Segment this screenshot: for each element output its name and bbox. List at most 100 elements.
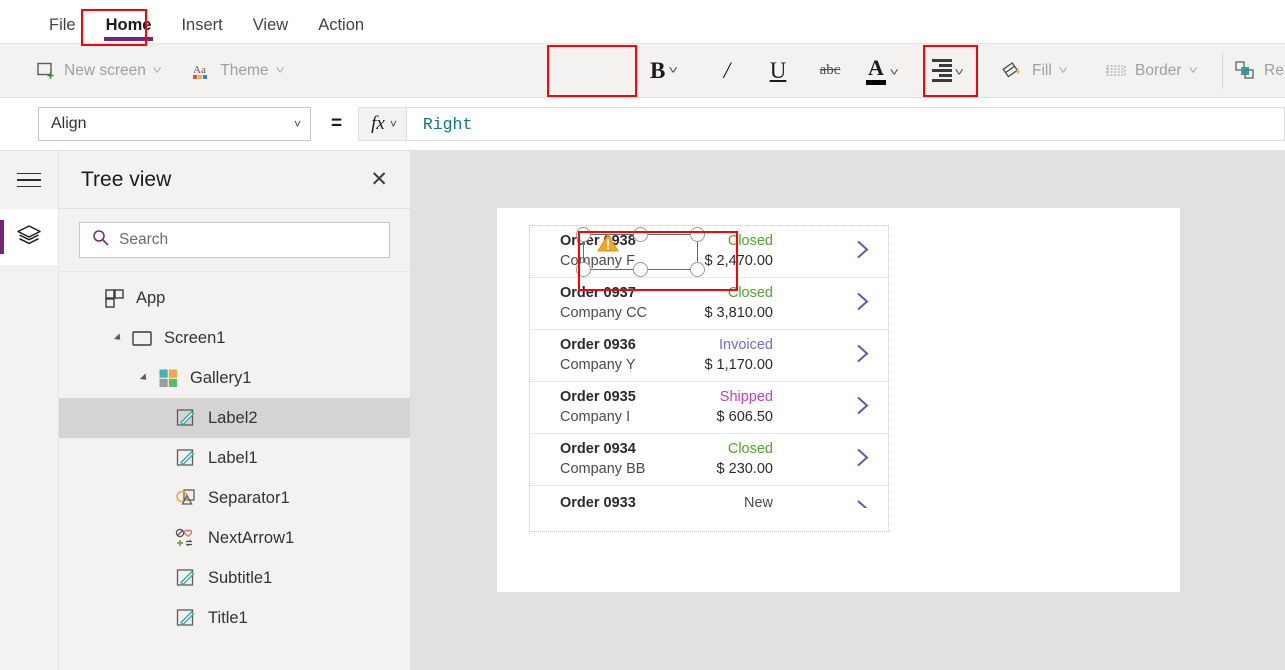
gallery-row[interactable]: Order 0935 Company I Shipped $ 606.50 bbox=[530, 382, 888, 434]
bold-button[interactable]: B ˅ bbox=[650, 44, 678, 98]
tree-item-screen1[interactable]: Screen1 bbox=[59, 318, 410, 358]
order-status: Invoiced bbox=[718, 337, 773, 354]
align-right-icon bbox=[932, 59, 952, 82]
app-icon bbox=[103, 288, 125, 308]
order-amount: $ 230.00 bbox=[716, 460, 773, 477]
chevron-down-icon: ˅ bbox=[293, 117, 301, 131]
next-arrow-icon[interactable] bbox=[855, 446, 871, 473]
menu-tab-home[interactable]: Home bbox=[91, 6, 167, 44]
gallery-row[interactable]: Order 0934 Company BB Closed $ 230.00 bbox=[530, 434, 888, 486]
menu-tabs: File Home Insert View Action bbox=[0, 0, 1285, 44]
font-color-icon: A bbox=[866, 54, 886, 85]
expander-screen1[interactable] bbox=[109, 333, 127, 343]
fill-button[interactable]: Fill ˅ bbox=[992, 44, 1076, 98]
font-color-swatch bbox=[866, 79, 886, 85]
gallery-row[interactable]: Order 0936 Company Y Invoiced $ 1,170.00 bbox=[530, 330, 888, 382]
order-amount: $ 606.50 bbox=[716, 408, 773, 425]
chevron-down-icon: ˅ bbox=[1058, 64, 1068, 77]
order-amount: $ 3,810.00 bbox=[704, 304, 773, 321]
tree-item-subtitle1[interactable]: Subtitle1 bbox=[59, 558, 410, 598]
font-color-button[interactable]: A ˅ bbox=[866, 44, 900, 98]
next-arrow-icon[interactable] bbox=[855, 342, 871, 369]
gallery-row-right: Closed $ 2,470.00 bbox=[660, 232, 773, 270]
company-subtitle: Company I bbox=[560, 408, 631, 425]
tree-view-rail-button[interactable] bbox=[0, 209, 58, 265]
chevron-down-icon: ˅ bbox=[889, 66, 900, 79]
gallery-row[interactable]: Order 0933 New bbox=[530, 486, 888, 538]
tree-item-nextarrow1-label: NextArrow1 bbox=[208, 528, 295, 547]
gallery-row-left: Order 0935 Company I bbox=[560, 388, 660, 426]
menu-tab-file-label: File bbox=[49, 16, 76, 34]
chevron-down-icon: ˅ bbox=[954, 66, 965, 79]
expander-gallery1[interactable] bbox=[135, 373, 153, 383]
gallery-row-right: Closed $ 230.00 bbox=[660, 440, 773, 478]
border-button[interactable]: Border ˅ bbox=[1095, 44, 1206, 98]
font-color-letter: A bbox=[868, 54, 884, 80]
menu-tab-view[interactable]: View bbox=[238, 6, 303, 44]
label-icon bbox=[175, 448, 197, 468]
tree-item-separator1[interactable]: Separator1 bbox=[59, 478, 410, 518]
formula-input[interactable]: Right bbox=[406, 107, 1285, 141]
property-select[interactable]: Align ˅ bbox=[38, 107, 311, 141]
italic-button[interactable]: / bbox=[714, 44, 740, 98]
next-arrow-icon[interactable] bbox=[855, 290, 871, 317]
text-align-button[interactable]: ˅ bbox=[932, 44, 965, 98]
warning-icon[interactable] bbox=[597, 233, 619, 258]
tree-item-app[interactable]: App bbox=[59, 278, 410, 318]
label-icon bbox=[175, 408, 197, 428]
reorder-button[interactable]: Re bbox=[1230, 44, 1285, 98]
new-screen-label: New screen bbox=[64, 61, 146, 79]
tree-view-title: Tree view bbox=[81, 167, 172, 191]
gallery-control[interactable]: Order 0938 Company F Closed $ 2,470.00 O… bbox=[529, 225, 889, 532]
app-screen[interactable]: Order 0938 Company F Closed $ 2,470.00 O… bbox=[497, 208, 1180, 592]
theme-icon: Aa bbox=[192, 61, 212, 81]
underline-label: U bbox=[769, 58, 787, 83]
hamburger-icon bbox=[17, 172, 41, 188]
tree-item-separator1-label: Separator1 bbox=[208, 488, 290, 507]
order-amount: $ 2,470.00 bbox=[704, 252, 773, 269]
menu-tab-action[interactable]: Action bbox=[303, 6, 379, 44]
tree-item-title1[interactable]: Title1 bbox=[59, 598, 410, 638]
order-title: Order 0935 bbox=[560, 389, 636, 406]
toolbar-divider bbox=[1222, 52, 1223, 89]
tree-item-nextarrow1[interactable]: NextArrow1 bbox=[59, 518, 410, 558]
menu-tab-file[interactable]: File bbox=[34, 6, 91, 44]
order-status: Closed bbox=[727, 441, 773, 458]
next-arrow-icon[interactable] bbox=[855, 498, 871, 508]
equals-sign: = bbox=[331, 113, 343, 134]
fx-button[interactable]: fx ˅ bbox=[358, 107, 407, 141]
tree-item-title1-label: Title1 bbox=[208, 608, 248, 627]
underline-button[interactable]: U bbox=[765, 44, 791, 98]
layers-icon bbox=[15, 221, 43, 254]
order-title: Order 0933 bbox=[560, 495, 636, 511]
border-icon bbox=[1105, 60, 1127, 82]
new-screen-button[interactable]: New screen ˅ bbox=[26, 44, 170, 98]
gallery-icon bbox=[157, 368, 179, 388]
gallery-row-right: Closed $ 3,810.00 bbox=[660, 284, 773, 322]
hamburger-menu-button[interactable] bbox=[0, 151, 58, 209]
tree-item-gallery1[interactable]: Gallery1 bbox=[59, 358, 410, 398]
new-screen-icon bbox=[36, 61, 56, 81]
canvas-area[interactable]: Order 0938 Company F Closed $ 2,470.00 O… bbox=[411, 151, 1285, 670]
chevron-down-icon: ˅ bbox=[389, 117, 397, 131]
gallery-row-right: New bbox=[660, 494, 773, 513]
gallery-row[interactable]: Order 0937 Company CC Closed $ 3,810.00 bbox=[530, 278, 888, 330]
search-box[interactable] bbox=[79, 222, 390, 258]
theme-button[interactable]: Aa Theme ˅ bbox=[182, 44, 293, 98]
company-subtitle: Company BB bbox=[560, 460, 646, 477]
tree-item-label2[interactable]: Label2 bbox=[59, 398, 410, 438]
theme-label: Theme bbox=[220, 61, 269, 79]
italic-label: / bbox=[723, 58, 731, 83]
tree-item-label1[interactable]: Label1 bbox=[59, 438, 410, 478]
gallery-row-left: Order 0933 bbox=[560, 494, 660, 513]
strikethrough-button[interactable]: abc bbox=[815, 44, 845, 98]
chevron-down-icon: ˅ bbox=[1187, 64, 1198, 77]
company-subtitle: Company CC bbox=[560, 304, 648, 321]
order-status: Closed bbox=[727, 285, 773, 302]
next-arrow-icon[interactable] bbox=[855, 238, 871, 265]
close-icon[interactable]: ✕ bbox=[370, 169, 388, 190]
gallery-row[interactable]: Order 0938 Company F Closed $ 2,470.00 bbox=[530, 226, 888, 278]
search-input[interactable] bbox=[119, 231, 377, 249]
next-arrow-icon[interactable] bbox=[855, 394, 871, 421]
menu-tab-insert[interactable]: Insert bbox=[166, 6, 237, 44]
